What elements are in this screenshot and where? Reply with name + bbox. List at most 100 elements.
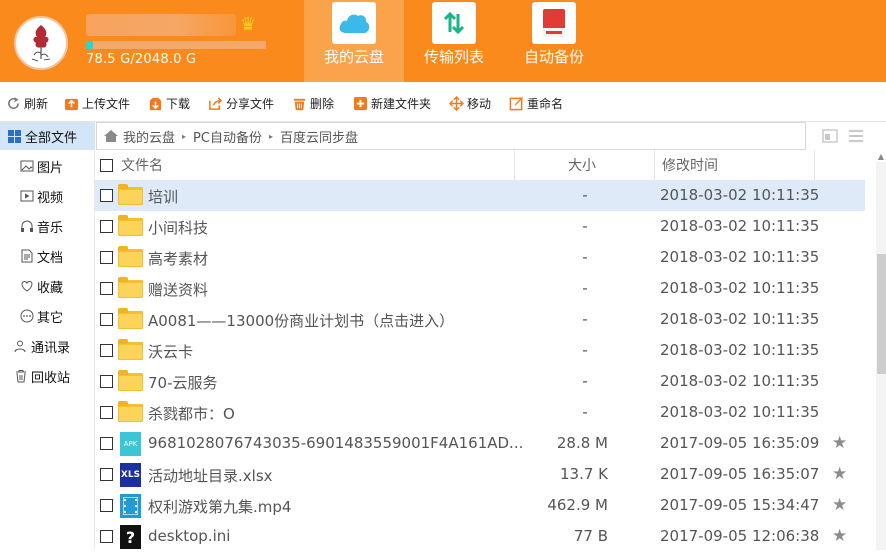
sidebar-item-images[interactable]: 图片 — [0, 154, 95, 178]
thumbnail-view-icon[interactable] — [822, 128, 838, 144]
row-checkbox[interactable] — [100, 313, 113, 326]
file-name[interactable]: 权利游戏第九集.mp4 — [148, 496, 291, 517]
row-checkbox[interactable] — [100, 282, 113, 295]
sidebar-item-label: 其它 — [37, 310, 64, 326]
download-button[interactable]: 下载 — [148, 94, 190, 112]
file-type-badge: XLS — [120, 463, 141, 487]
column-header-size[interactable]: 大小 — [568, 150, 596, 180]
sidebar-item-music[interactable]: 音乐 — [0, 214, 95, 238]
refresh-button[interactable]: 刷新 — [6, 94, 48, 112]
breadcrumb-item[interactable]: 百度云同步盘 — [280, 127, 358, 146]
row-checkbox[interactable] — [100, 375, 113, 388]
app-header: ♛ 78.5 G/2048.0 G 我的云盘 传输列表 自动备份 — [0, 0, 886, 82]
table-row[interactable]: 小间科技 - 2018-03-02 10:11:35 — [95, 211, 865, 242]
column-divider — [514, 150, 515, 180]
upload-button[interactable]: 上传文件 — [64, 94, 130, 112]
file-modified-time: 2018-03-02 10:11:35 — [660, 186, 820, 204]
table-row[interactable]: 培训 - 2018-03-02 10:11:35 — [95, 180, 865, 211]
image-icon — [20, 160, 34, 172]
column-header-name[interactable]: 文件名 — [121, 150, 163, 180]
row-checkbox[interactable] — [100, 189, 113, 202]
view-switcher — [822, 128, 864, 144]
scrollbar-thumb[interactable] — [877, 254, 886, 374]
star-icon[interactable]: ★ — [832, 495, 847, 515]
select-all-checkbox[interactable] — [100, 150, 113, 180]
row-checkbox[interactable] — [100, 344, 113, 357]
file-size: - — [582, 279, 588, 297]
new-folder-button[interactable]: 新建文件夹 — [353, 94, 431, 112]
move-button[interactable]: 移动 — [449, 94, 491, 112]
breadcrumb-item[interactable]: PC自动备份 — [193, 127, 262, 146]
checkbox[interactable] — [100, 158, 113, 172]
share-label: 分享文件 — [226, 96, 275, 111]
breadcrumb: 我的云盘 ▸ PC自动备份 ▸ 百度云同步盘 — [96, 122, 806, 150]
sidebar-item-all-files[interactable]: 全部文件 — [0, 122, 95, 150]
table-row[interactable]: APK 9681028076743035-6901483559001F4A161A… — [95, 428, 865, 459]
row-checkbox[interactable] — [100, 251, 113, 264]
user-avatar[interactable] — [14, 16, 68, 70]
folder-icon — [118, 370, 143, 392]
share-button[interactable]: 分享文件 — [208, 94, 274, 112]
rename-button[interactable]: 重命名 — [509, 94, 563, 112]
file-name[interactable]: desktop.ini — [148, 527, 230, 545]
row-checkbox[interactable] — [100, 437, 113, 450]
file-name[interactable]: 9681028076743035-6901483559001F4A161AD..… — [148, 434, 523, 452]
sidebar: 全部文件 图片 视频 音乐 文档 收藏 其它 通讯录 回收站 — [0, 122, 95, 550]
sidebar-item-label: 收藏 — [37, 280, 64, 296]
sidebar-item-videos[interactable]: 视频 — [0, 184, 95, 208]
sidebar-item-label: 视频 — [37, 190, 64, 206]
star-icon[interactable]: ★ — [832, 526, 847, 546]
file-name[interactable]: 赠送资料 — [148, 279, 208, 300]
file-name[interactable]: 高考素材 — [148, 248, 208, 269]
star-icon[interactable]: ★ — [832, 464, 847, 484]
file-size: - — [582, 372, 588, 390]
table-row[interactable]: 沃云卡 - 2018-03-02 10:11:35 — [95, 335, 865, 366]
file-name[interactable]: 杀戮都市：O — [148, 403, 235, 424]
column-header-modified[interactable]: 修改时间 — [662, 150, 718, 180]
star-icon[interactable]: ★ — [832, 433, 847, 453]
table-row[interactable]: 赠送资料 - 2018-03-02 10:11:35 — [95, 273, 865, 304]
table-row[interactable]: A0081——13000份商业计划书（点击进入） - 2018-03-02 10:1… — [95, 304, 865, 335]
delete-button[interactable]: 删除 — [292, 94, 334, 112]
table-row[interactable]: 70-云服务 - 2018-03-02 10:11:35 — [95, 366, 865, 397]
list-view-icon[interactable] — [848, 128, 864, 144]
tab-auto-backup[interactable]: 自动备份 — [504, 0, 604, 82]
file-name[interactable]: 小间科技 — [148, 217, 208, 238]
sidebar-all-files-label: 全部文件 — [25, 130, 78, 146]
tab-my-cloud[interactable]: 我的云盘 — [304, 0, 404, 82]
file-name[interactable]: 活动地址目录.xlsx — [148, 465, 273, 486]
home-icon[interactable] — [103, 129, 119, 143]
row-checkbox[interactable] — [100, 530, 113, 543]
toolbar: 刷新 上传文件 下载 分享文件 删除 新建文件夹 移动 重命名 — [0, 82, 886, 122]
row-checkbox[interactable] — [100, 406, 113, 419]
sidebar-item-other[interactable]: 其它 — [0, 304, 95, 328]
username-blurred — [86, 14, 236, 36]
row-checkbox[interactable] — [100, 220, 113, 233]
scroll-up-arrow-icon[interactable]: ▲ — [876, 152, 886, 162]
table-row[interactable]: 高考素材 - 2018-03-02 10:11:35 — [95, 242, 865, 273]
tab-transfer-list-label: 传输列表 — [423, 48, 484, 66]
transfer-icon — [432, 2, 476, 44]
folder-icon — [118, 401, 143, 423]
table-row[interactable]: 杀戮都市：O - 2018-03-02 10:11:35 — [95, 397, 865, 428]
table-row[interactable]: XLS 活动地址目录.xlsx 13.7 K 2017-09-05 16:35:07 ★ — [95, 459, 865, 490]
sidebar-item-recycle-bin[interactable]: 回收站 — [0, 364, 95, 388]
sidebar-item-favorites[interactable]: 收藏 — [0, 274, 95, 298]
row-checkbox[interactable] — [100, 499, 113, 512]
file-size: - — [582, 310, 588, 328]
breadcrumb-item[interactable]: 我的云盘 — [123, 127, 175, 146]
folder-icon — [118, 277, 143, 299]
tab-transfer-list[interactable]: 传输列表 — [404, 0, 504, 82]
table-row[interactable]: 权利游戏第九集.mp4 462.9 M 2017-09-05 15:34:47 ★ — [95, 490, 865, 521]
sidebar-item-documents[interactable]: 文档 — [0, 244, 95, 268]
file-name[interactable]: A0081——13000份商业计划书（点击进入） — [148, 310, 454, 331]
file-name[interactable]: 70-云服务 — [148, 372, 218, 393]
quota-progress-fill — [86, 41, 93, 49]
trash-icon — [16, 370, 26, 383]
table-row[interactable]: ? desktop.ini 77 B 2017-09-05 12:06:38 ★ — [95, 521, 865, 552]
new-folder-icon — [353, 96, 368, 110]
file-name[interactable]: 沃云卡 — [148, 341, 193, 362]
row-checkbox[interactable] — [100, 468, 113, 481]
sidebar-item-contacts[interactable]: 通讯录 — [0, 334, 95, 358]
file-name[interactable]: 培训 — [148, 186, 178, 207]
